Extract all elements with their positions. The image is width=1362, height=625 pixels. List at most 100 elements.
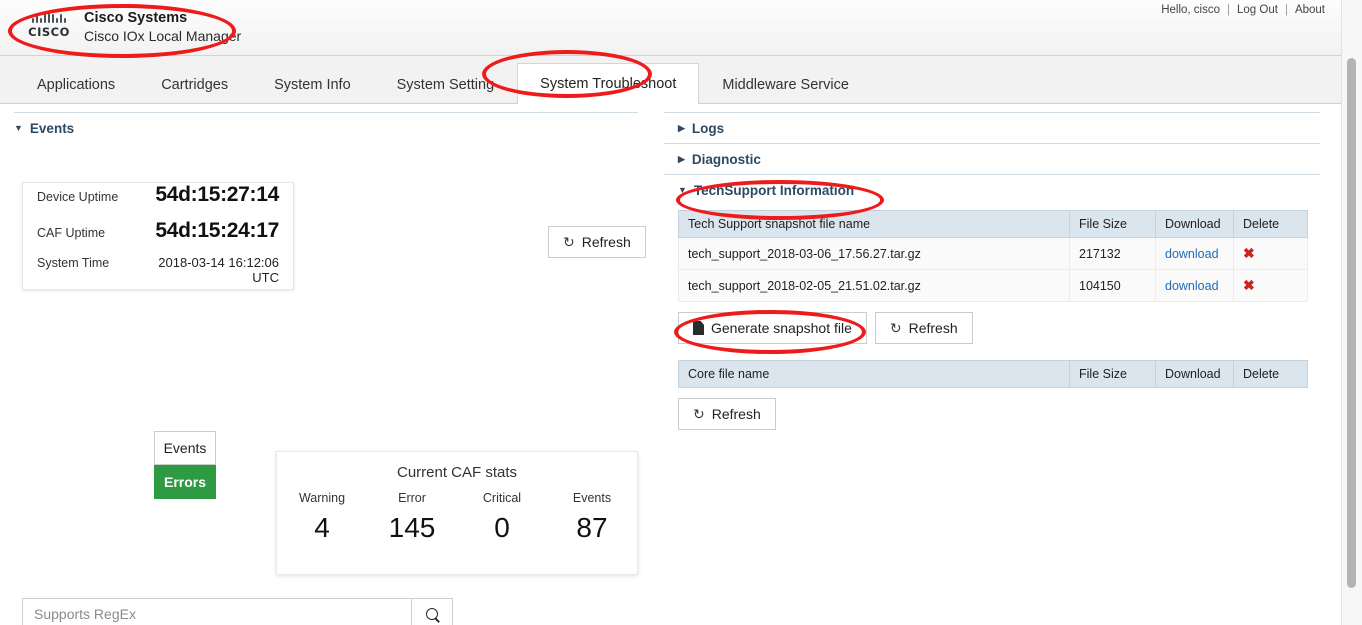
app-header: Hello, cisco | Log Out | About CISCO Cisco S… (0, 0, 1341, 56)
generate-snapshot-button[interactable]: Generate snapshot file (678, 312, 867, 344)
events-panel-header[interactable]: ▼ Events (14, 112, 638, 142)
refresh-icon: ↻ (563, 234, 575, 250)
download-link[interactable]: download (1165, 247, 1219, 261)
cisco-logo-icon: CISCO (20, 9, 78, 39)
snapshot-refresh-label: Refresh (908, 320, 958, 336)
main-tabbar: Applications Cartridges System Info System … (0, 56, 1341, 104)
caf-stat-events-label: Events (572, 491, 612, 505)
tab-applications[interactable]: Applications (14, 64, 138, 104)
col-snapshot-delete[interactable]: Delete (1233, 210, 1308, 238)
tab-system-info[interactable]: System Info (251, 64, 374, 104)
download-link[interactable]: download (1165, 279, 1219, 293)
uptime-row-caf: CAF Uptime 54d:15:24:17 (23, 219, 293, 255)
tab-list: Applications Cartridges System Info System … (14, 56, 872, 104)
cell-snapshot-name: tech_support_2018-03-06_17.56.27.tar.gz (678, 237, 1070, 270)
user-links: Hello, cisco | Log Out | About (1161, 4, 1325, 16)
col-core-name[interactable]: Core file name (678, 360, 1070, 388)
col-core-delete[interactable]: Delete (1233, 360, 1308, 388)
device-uptime-label: Device Uptime (37, 190, 119, 204)
event-search-row (22, 598, 453, 625)
caf-stats-title: Current CAF stats (396, 464, 518, 481)
events-refresh-label: Refresh (581, 234, 631, 250)
toggle-errors-button[interactable]: Errors (154, 465, 216, 499)
caf-stat-error-value: 145 (388, 512, 436, 543)
file-icon (693, 321, 704, 335)
caf-stat-events: Events 87 (547, 491, 637, 544)
brand-title: Cisco Systems (84, 10, 188, 26)
snapshot-refresh-button[interactable]: ↻ Refresh (874, 312, 973, 344)
cisco-bars-icon (20, 11, 78, 23)
caf-stat-warning: Warning 4 (277, 491, 367, 544)
separator-2: | (1284, 4, 1288, 16)
logout-link[interactable]: Log Out (1237, 4, 1278, 16)
table-row: tech_support_2018-02-05_21.51.02.tar.gz … (678, 269, 1308, 302)
col-core-download[interactable]: Download (1155, 360, 1234, 388)
chevron-down-icon: ▼ (14, 123, 23, 133)
brand-subtitle: Cisco IOx Local Manager (84, 28, 242, 44)
techsupport-section: ▼ TechSupport Information Tech Support sn… (664, 174, 1320, 442)
caf-stat-error: Error 145 (367, 491, 457, 544)
page-body: ▼ Events ↻ Refresh Device Uptime 54d:15:2… (0, 104, 1341, 625)
col-snapshot-name[interactable]: Tech Support snapshot file name (678, 210, 1070, 238)
techsupport-section-title: TechSupport Information (693, 183, 855, 198)
toggle-events-button[interactable]: Events (154, 431, 216, 465)
brand-text: Cisco Systems Cisco IOx Local Manager (84, 9, 241, 46)
cisco-wordmark: CISCO (28, 25, 70, 39)
search-input[interactable] (32, 605, 402, 623)
techsupport-section-header[interactable]: ▼ TechSupport Information (664, 175, 1320, 205)
events-panel-title: Events (29, 121, 75, 136)
col-core-size[interactable]: File Size (1069, 360, 1156, 388)
chevron-right-icon: ▶ (678, 154, 685, 164)
col-snapshot-size[interactable]: File Size (1069, 210, 1156, 238)
caf-stat-error-label: Error (398, 491, 426, 505)
cell-snapshot-download: download (1155, 269, 1234, 302)
core-refresh-button[interactable]: ↻ Refresh (678, 398, 776, 430)
caf-stat-warning-value: 4 (314, 512, 330, 543)
generate-snapshot-label: Generate snapshot file (711, 320, 852, 336)
tab-middleware-service[interactable]: Middleware Service (699, 64, 872, 104)
core-refresh-label: Refresh (711, 406, 761, 422)
snapshot-table: Tech Support snapshot file name File Siz… (678, 210, 1308, 302)
caf-stats-card: Current CAF stats Warning 4 Error 145 Cr… (276, 451, 638, 575)
chevron-down-icon: ▼ (678, 185, 687, 195)
diagnostic-section-title: Diagnostic (691, 152, 761, 167)
logs-section-header[interactable]: ▶ Logs (664, 113, 1320, 143)
col-snapshot-download[interactable]: Download (1155, 210, 1234, 238)
caf-stat-events-value: 87 (576, 512, 608, 543)
caf-stats-grid: Warning 4 Error 145 Critical 0 Events 87 (277, 491, 637, 544)
caf-uptime-value: 54d:15:24:17 (155, 219, 279, 242)
tab-cartridges[interactable]: Cartridges (138, 64, 251, 104)
snapshot-table-header-row: Tech Support snapshot file name File Siz… (678, 210, 1308, 238)
events-errors-toggle-group: Events Errors (154, 431, 216, 499)
cell-snapshot-download: download (1155, 237, 1234, 270)
search-input-wrapper (22, 598, 411, 625)
uptime-row-systime: System Time 2018-03-14 16:12:06 UTC (23, 255, 293, 291)
caf-stat-critical: Critical 0 (457, 491, 547, 544)
tab-system-troubleshoot[interactable]: System Troubleshoot (517, 63, 700, 104)
diagnostic-section: ▶ Diagnostic (664, 143, 1320, 174)
snapshot-button-row: Generate snapshot file ↻ Refresh (678, 312, 1308, 344)
troubleshoot-column: ▶ Logs ▶ Diagnostic ▼ TechSupport Informati… (664, 104, 1320, 625)
page-scrollbar-thumb[interactable] (1347, 58, 1356, 588)
events-refresh-button[interactable]: ↻ Refresh (548, 226, 646, 258)
caf-stat-critical-label: Critical (482, 491, 522, 505)
refresh-icon: ↻ (693, 406, 705, 422)
system-time-value: 2018-03-14 16:12:06 UTC (158, 255, 279, 285)
delete-icon[interactable]: ✖ (1243, 277, 1255, 293)
core-table-header-row: Core file name File Size Download Delete (678, 360, 1308, 388)
caf-stat-critical-value: 0 (494, 512, 510, 543)
caf-stat-warning-label: Warning (298, 491, 346, 505)
greeting-text: Hello, cisco (1161, 4, 1221, 16)
caf-uptime-label: CAF Uptime (37, 226, 106, 240)
cell-snapshot-size: 217132 (1069, 237, 1156, 270)
about-link[interactable]: About (1295, 4, 1325, 16)
search-button[interactable] (411, 598, 453, 625)
uptime-row-device: Device Uptime 54d:15:27:14 (23, 183, 293, 219)
cell-snapshot-name: tech_support_2018-02-05_21.51.02.tar.gz (678, 269, 1070, 302)
uptime-box: Device Uptime 54d:15:27:14 CAF Uptime 54… (22, 182, 294, 290)
events-column: ▼ Events ↻ Refresh Device Uptime 54d:15:2… (0, 104, 648, 625)
tab-system-setting[interactable]: System Setting (374, 64, 518, 104)
page-scrollbar-track[interactable] (1341, 0, 1362, 625)
delete-icon[interactable]: ✖ (1243, 245, 1255, 261)
diagnostic-section-header[interactable]: ▶ Diagnostic (664, 144, 1320, 174)
